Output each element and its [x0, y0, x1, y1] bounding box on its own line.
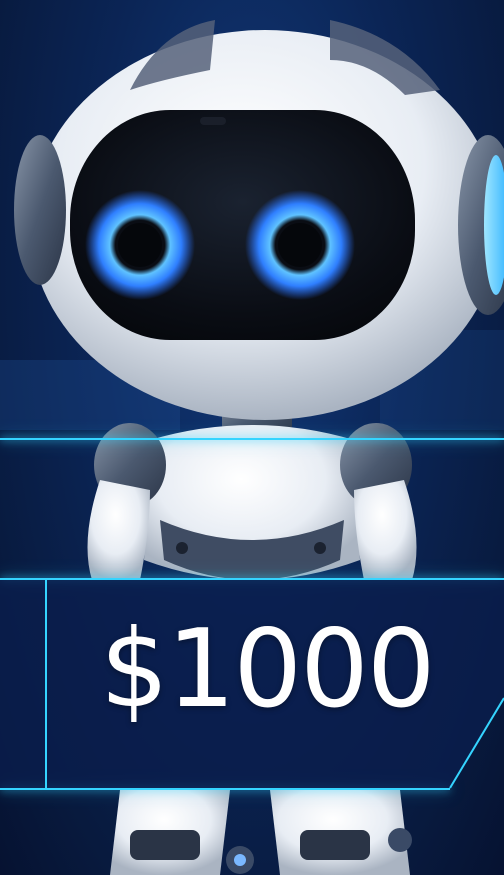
price-amount: $1000 [100, 607, 436, 732]
top-frame-line [0, 438, 504, 440]
promo-banner: $1000 [0, 0, 504, 875]
